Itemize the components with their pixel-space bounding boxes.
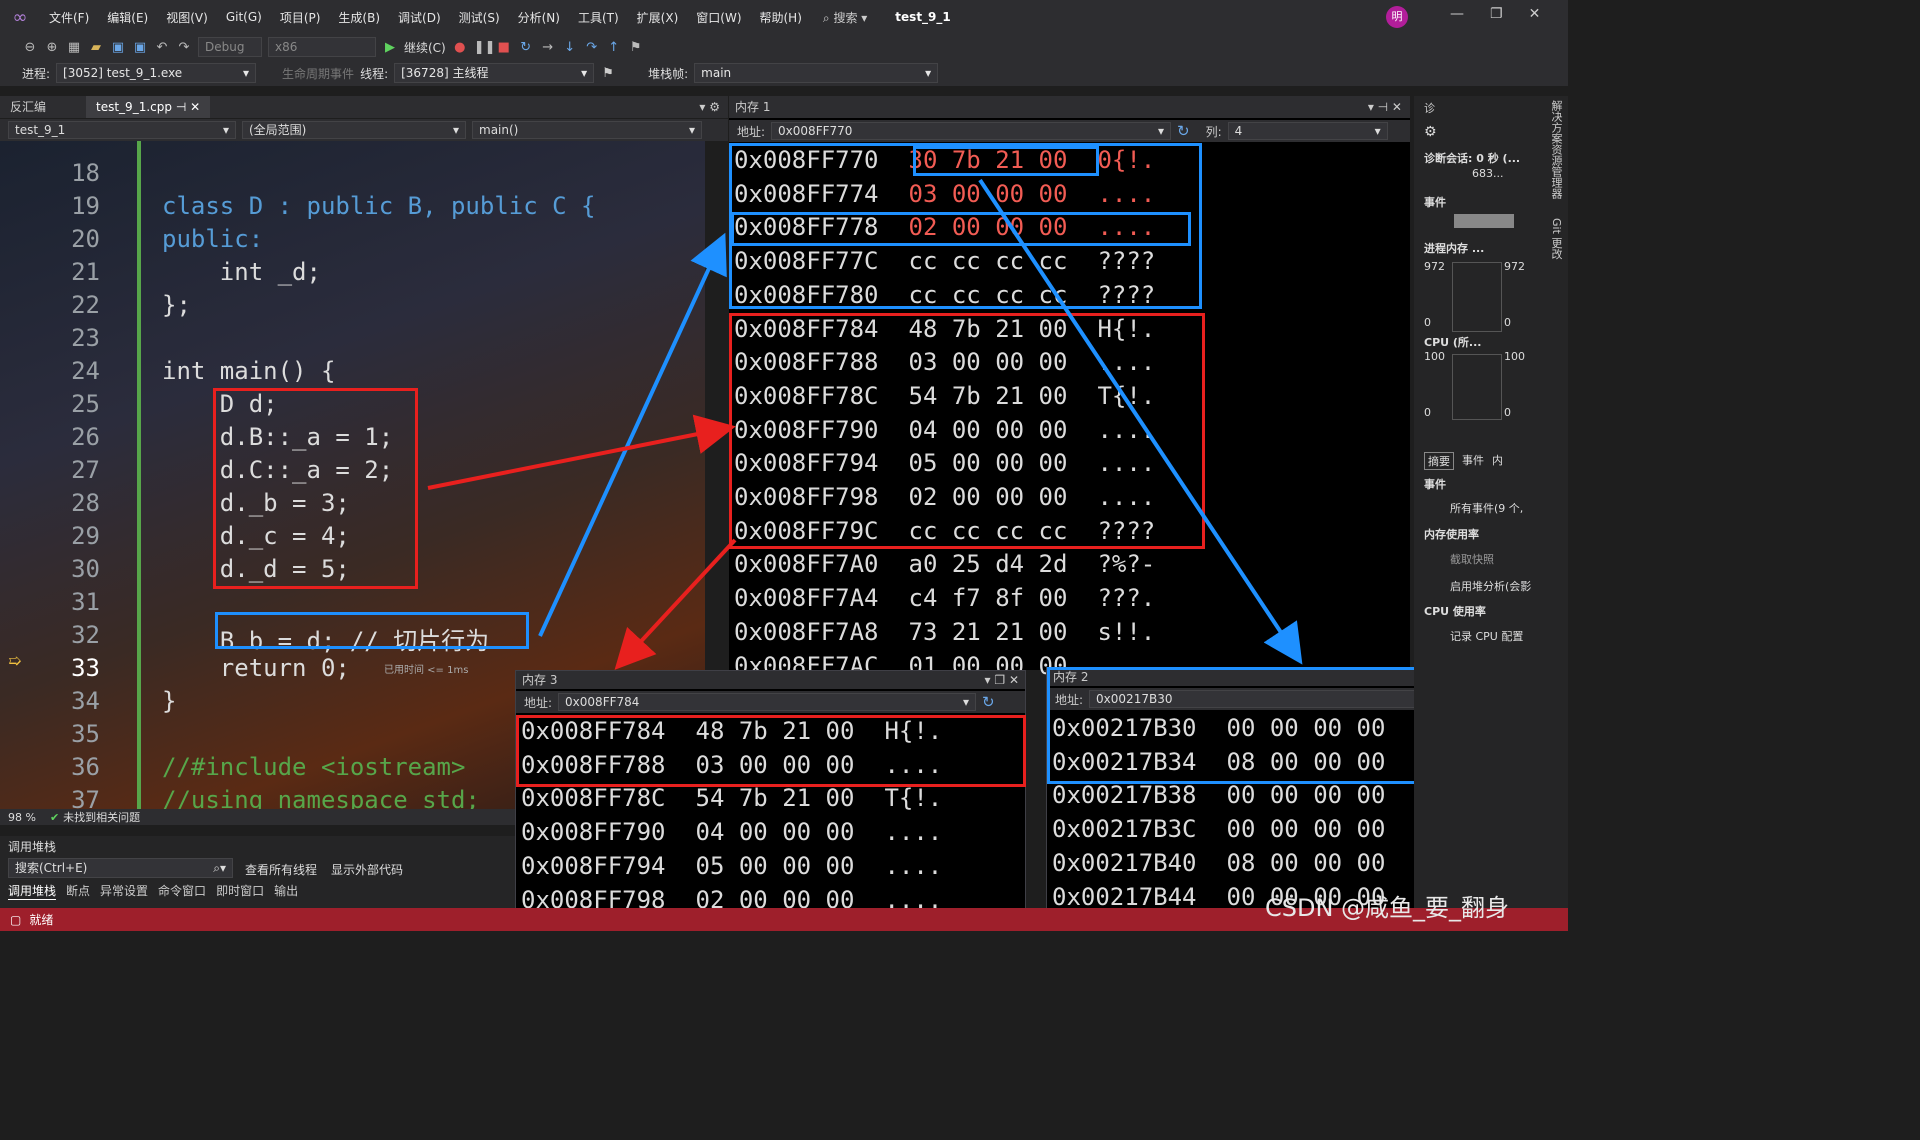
arrow-code-to-d — [427, 414, 736, 490]
status-text: 就绪 — [29, 913, 54, 927]
chat-icon[interactable]: ▢ — [10, 913, 21, 927]
arrow-slice-to-b — [538, 232, 727, 637]
arrow-vbptr-to-mem2 — [978, 178, 1303, 665]
annotation-arrows — [427, 178, 1303, 670]
arrow-d-to-mem3 — [614, 538, 737, 670]
watermark: CSDN @咸鱼_要_翻身 — [1265, 894, 1510, 922]
